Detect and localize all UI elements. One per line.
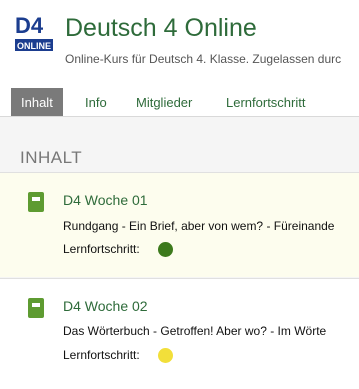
unit-description: Das Wörterbuch - Getroffen! Aber wo? - I… [63,324,327,338]
progress-status-icon [158,348,173,363]
book-icon [28,298,44,318]
unit-card-woche-02[interactable]: D4 Woche 02 Das Wörterbuch - Getroffen! … [0,278,359,389]
course-header: D4 ONLINE Deutsch 4 Online Online-Kurs f… [0,0,359,88]
course-logo: D4 ONLINE [14,11,54,53]
progress-label: Lernfortschritt: [63,348,140,362]
course-tabs: Inhalt Info Mitglieder Lernfortschritt [0,88,359,117]
course-subtitle: Online-Kurs für Deutsch 4. Klasse. Zugel… [65,52,342,66]
course-title: Deutsch 4 Online [65,14,257,42]
tab-mitglieder[interactable]: Mitglieder [136,88,192,116]
svg-text:ONLINE: ONLINE [17,41,51,51]
book-icon [28,192,44,212]
unit-title[interactable]: D4 Woche 02 [63,298,148,314]
tab-lernfortschritt[interactable]: Lernfortschritt [226,88,305,116]
unit-card-woche-01[interactable]: D4 Woche 01 Rundgang - Ein Brief, aber v… [0,172,359,277]
unit-title[interactable]: D4 Woche 01 [63,192,148,208]
progress-label: Lernfortschritt: [63,242,140,256]
svg-text:D4: D4 [15,13,44,38]
progress-status-icon [158,242,173,257]
tab-info[interactable]: Info [85,88,107,116]
unit-description: Rundgang - Ein Brief, aber von wem? - Fü… [63,219,335,233]
tab-inhalt[interactable]: Inhalt [11,88,63,116]
section-title: INHALT [20,148,83,167]
